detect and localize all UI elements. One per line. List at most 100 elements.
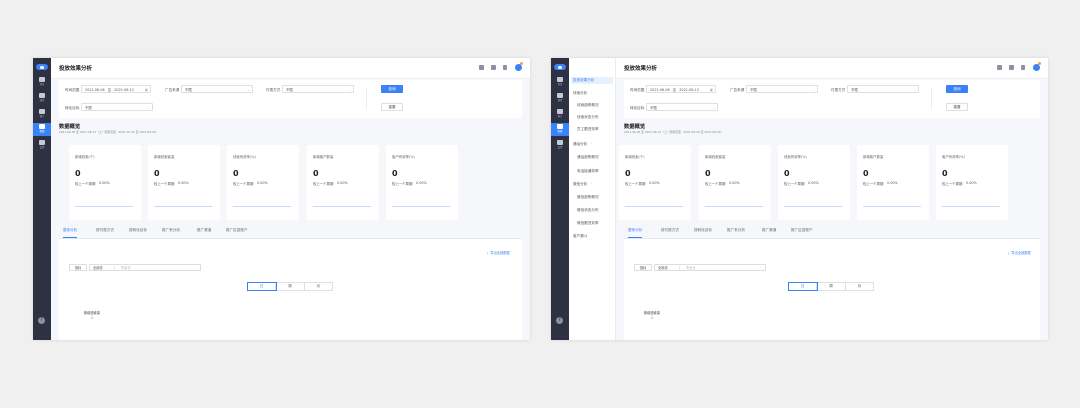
sparkline	[313, 206, 371, 207]
tab-conversion[interactable]: 按转化目标	[129, 228, 147, 233]
export-link[interactable]: ⤓ 导出全部数据	[487, 250, 510, 255]
submenu-item[interactable]: 投放效果分析	[571, 77, 613, 84]
metric-card: 新增客户数量 0 较上一个周期 0.00%	[307, 145, 379, 220]
notification-dot	[520, 62, 523, 65]
help-icon[interactable]: ?	[556, 317, 563, 324]
rail-item-data[interactable]: 数据	[551, 123, 569, 136]
submenu-item[interactable]: 电话接通效率	[577, 169, 599, 174]
tab-promo-channel[interactable]: 推广渠道	[197, 228, 211, 233]
cascade-select[interactable]: 全部线 / 不太行	[89, 264, 201, 271]
calculator-icon[interactable]	[479, 65, 484, 70]
tab-conversion[interactable]: 按转化目标	[694, 228, 712, 233]
tab-overall[interactable]: 整体分析	[628, 228, 642, 233]
chevron-up-icon: ⌃	[590, 182, 593, 186]
submenu-group-leads[interactable]: 线索分析 ⌃	[573, 91, 593, 96]
rail-item-data[interactable]: 数据	[33, 123, 51, 136]
logo-icon	[554, 64, 566, 70]
screen-left: 首页 线索 客户 数据 设置 ? 投放效果分析 时间范围 2021-06-06 …	[33, 58, 530, 340]
analysis-panel: ⤓ 导出全部数据 指标 全部线 / 不太行 日 周 月 新增线索量 1	[59, 239, 522, 340]
folder-icon[interactable]	[491, 65, 496, 70]
submenu-item[interactable]: 员工跟进效率	[577, 127, 599, 132]
submenu-item[interactable]: 通话趋势概况	[577, 155, 599, 160]
bell-icon[interactable]	[1021, 65, 1025, 70]
submenu-item[interactable]: 线索趋势概况	[577, 103, 599, 108]
rail-item-leads[interactable]: 线索	[33, 92, 51, 105]
tab-indicator	[63, 237, 77, 238]
ad-source-select[interactable]: 不限 ⌄	[746, 85, 818, 93]
submenu-group-calls[interactable]: 通话分析 ⌃	[573, 142, 593, 147]
tab-pay-type[interactable]: 按付费方式	[96, 228, 114, 233]
tab-overall[interactable]: 整体分析	[63, 228, 77, 233]
pay-type-select[interactable]: 不限 ⌄	[282, 85, 354, 93]
submenu-group-wechat[interactable]: 微信分析 ⌃	[573, 182, 593, 187]
analysis-tabs: 整体分析 按付费方式 按转化目标 推广来分析 推广渠道 推广区县账户	[624, 224, 1040, 239]
download-icon: ⤓	[487, 251, 489, 255]
folder-icon[interactable]	[1009, 65, 1014, 70]
logo-icon	[36, 64, 48, 70]
granularity-day[interactable]: 日	[787, 282, 819, 291]
calculator-icon[interactable]	[997, 65, 1002, 70]
tab-pay-type[interactable]: 按付费方式	[661, 228, 679, 233]
query-button[interactable]: 查询	[946, 85, 968, 93]
bell-icon[interactable]	[503, 65, 507, 70]
date-range-picker[interactable]: 2021-06-06 至 2021-06-12 ▣	[81, 85, 151, 93]
conversion-target-label: 转化目标	[65, 106, 80, 110]
chevron-down-icon: ⌄	[147, 106, 150, 110]
granularity-month[interactable]: 月	[846, 283, 873, 290]
ad-source-select[interactable]: 不限 ⌄	[181, 85, 253, 93]
tab-promo-analysis[interactable]: 推广来分析	[162, 228, 180, 233]
conversion-target-select[interactable]: 不限 ⌄	[81, 103, 153, 111]
tab-promo-channel[interactable]: 推广渠道	[762, 228, 776, 233]
avatar[interactable]	[1033, 64, 1040, 71]
phone-icon	[39, 93, 45, 98]
chevron-up-icon: ⌃	[590, 91, 593, 95]
date-range-picker[interactable]: 2021-06-06 至 2021-06-12 ▣	[646, 85, 716, 93]
divider	[366, 88, 367, 110]
avatar[interactable]	[515, 64, 522, 71]
rail-item-leads[interactable]: 线索	[551, 92, 569, 105]
metric-card: 客户有效率(%) 0 较上一个周期 0.00%	[936, 145, 1008, 220]
chart-icon	[557, 124, 563, 129]
rail-item-customers[interactable]: 客户	[33, 108, 51, 121]
contacts-icon	[39, 109, 45, 114]
cascade-select[interactable]: 全部线 / 不太行	[654, 264, 766, 271]
chart-icon	[39, 124, 45, 129]
granularity-week[interactable]: 周	[276, 283, 305, 290]
main-content: 投放效果分析 时间范围 2021-06-06 至 2021-06-12 ▣ 广告…	[616, 58, 1048, 340]
date-end: 2021-06-12	[679, 88, 699, 92]
reset-button[interactable]: 重置	[381, 103, 403, 111]
submenu-item[interactable]: 微信趋势概况	[577, 195, 599, 200]
submenu-item[interactable]: 客户漏斗	[573, 234, 587, 239]
filter-panel: 时间范围 2021-06-06 至 2021-06-12 ▣ 广告来源 不限 ⌄…	[624, 80, 1040, 118]
submenu-item[interactable]: 微信跟进效率	[577, 221, 599, 226]
conversion-target-select[interactable]: 不限 ⌄	[646, 103, 718, 111]
pay-type-select[interactable]: 不限 ⌄	[847, 85, 919, 93]
granularity-month[interactable]: 月	[305, 283, 332, 290]
overview-subtitle: 2021-06-06 至 2021-06-12（上一周期范围：2021-05-3…	[59, 130, 159, 134]
analysis-panel: ⤓ 导出全部数据 指标 全部线 / 不太行 日 周 月 新增线索量 1	[624, 239, 1040, 340]
dimension-label: 指标	[634, 264, 652, 271]
rail-item-home[interactable]: 首页	[551, 76, 569, 89]
export-link[interactable]: ⤓ 导出全部数据	[1008, 250, 1031, 255]
metric-title: 新增线索量	[84, 311, 100, 315]
sparkline	[625, 206, 683, 207]
reset-button[interactable]: 重置	[946, 103, 968, 111]
date-end: 2021-06-12	[114, 88, 134, 92]
rail-item-settings[interactable]: 设置	[33, 139, 51, 152]
query-button[interactable]: 查询	[381, 85, 403, 93]
rail-item-settings[interactable]: 设置	[551, 139, 569, 152]
calendar-icon: ▣	[709, 88, 713, 92]
granularity-day[interactable]: 日	[246, 282, 278, 291]
tab-promo-account[interactable]: 推广区县账户	[226, 228, 248, 233]
granularity-week[interactable]: 周	[817, 283, 846, 290]
submenu-item[interactable]: 线索状态分布	[577, 115, 599, 120]
tab-promo-account[interactable]: 推广区县账户	[791, 228, 813, 233]
pay-type-label: 付费方式	[831, 88, 846, 92]
ad-source-label: 广告来源	[730, 88, 745, 92]
submenu-item[interactable]: 微信状态分布	[577, 208, 599, 213]
sparkline	[863, 206, 921, 207]
help-icon[interactable]: ?	[38, 317, 45, 324]
rail-item-customers[interactable]: 客户	[551, 108, 569, 121]
tab-promo-analysis[interactable]: 推广来分析	[727, 228, 745, 233]
rail-item-home[interactable]: 首页	[33, 76, 51, 89]
